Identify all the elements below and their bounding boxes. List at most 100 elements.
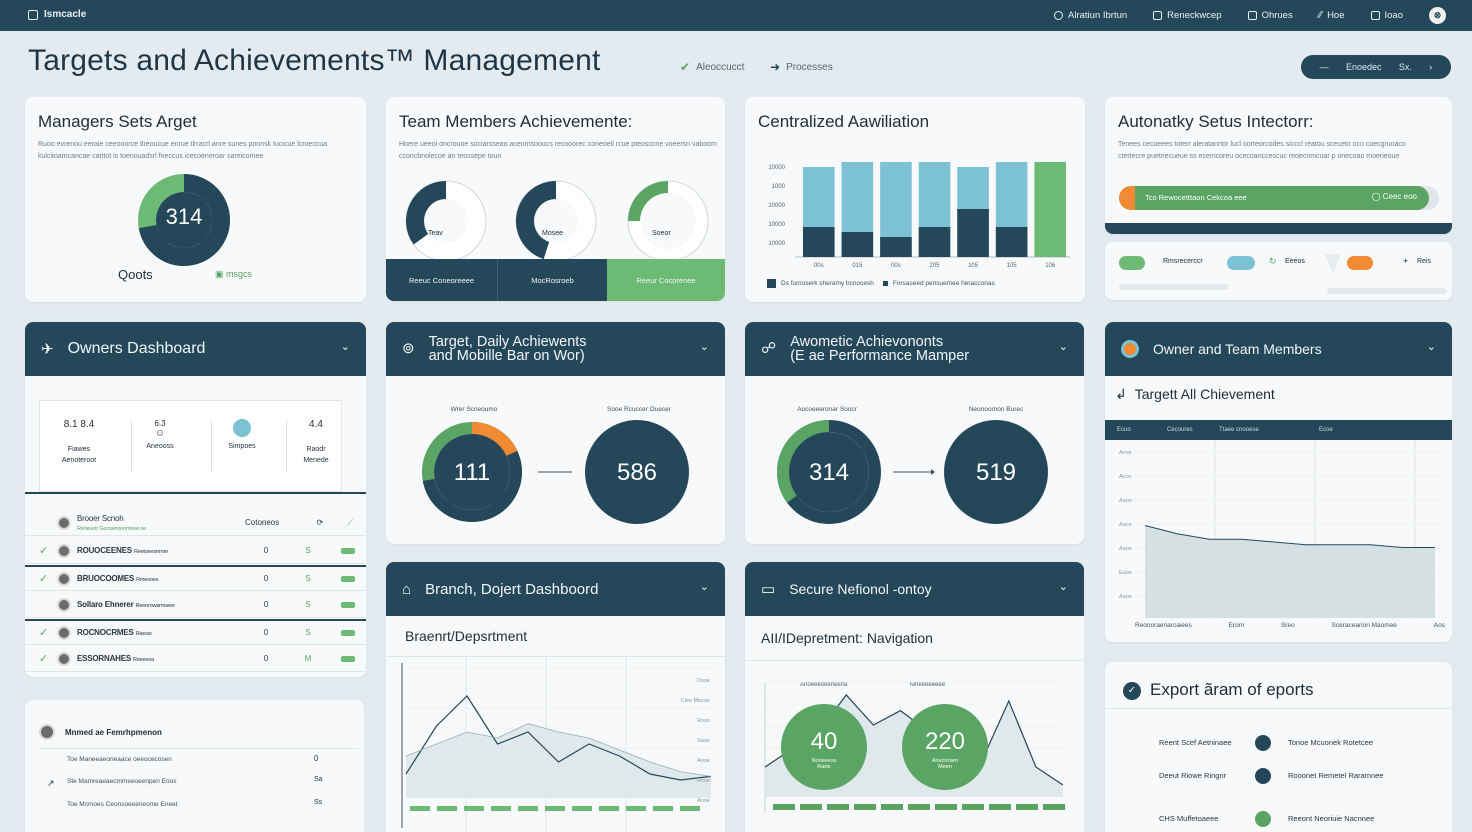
column-header[interactable]: Ecoe — [1319, 427, 1419, 433]
nav-item-alerts[interactable]: Alratiun Ibrtun — [1054, 10, 1127, 21]
nav-item-schedule[interactable]: Ioao — [1370, 10, 1403, 21]
column-header[interactable]: Cecoures — [1167, 427, 1219, 433]
check-icon: ✓ — [39, 653, 49, 665]
arrow-icon: ➜ — [770, 60, 781, 74]
card-title: Centralized Aawiliation — [758, 112, 930, 131]
chip-green[interactable] — [1119, 256, 1145, 270]
chat-icon: ▭ — [761, 581, 776, 598]
sort-icon[interactable]: ⟳ — [305, 518, 335, 527]
plus-icon[interactable]: + — [1403, 256, 1408, 266]
y-tick-label: Rooe — [697, 778, 710, 784]
column-header[interactable]: Ttaee cnooese — [1219, 427, 1319, 433]
bar-marker — [989, 804, 1011, 810]
metric-label: Rarte — [817, 764, 831, 770]
export-item-label[interactable]: Deeut Riowe Ringnr — [1159, 771, 1226, 780]
export-item-label[interactable]: Tonoe Mcuonek Rotetcee — [1288, 738, 1373, 747]
export-dot-icon[interactable] — [1255, 768, 1271, 784]
metric-circle[interactable]: 220 Anecnrsen Meen — [902, 704, 988, 790]
footer-label: Reonoraenarcaiees — [1135, 622, 1192, 629]
alert-icon — [1054, 11, 1064, 20]
header-action-pill[interactable]: — Enoedec Sx. › — [1301, 55, 1451, 79]
avatar — [57, 543, 71, 558]
chevron-down-icon[interactable]: ⌄ — [1427, 340, 1436, 353]
chevron-down-icon[interactable]: ⌄ — [1059, 580, 1068, 593]
row-name: Sollaro Ehnerer Reeorowamoeee — [77, 600, 245, 609]
brand[interactable]: Ismcacle — [28, 9, 86, 20]
footer-tab[interactable]: Reeuc Coneoreeee — [386, 259, 497, 301]
row-subtext: Reeeeoa — [133, 657, 154, 663]
table-header: Brooer Scnoh Reneuotr Gocoenonomnee oe Co… — [25, 510, 366, 536]
card-header: ✈ Owners Dashboard ⌄ — [25, 322, 366, 376]
chart-icon: ↗ — [47, 778, 55, 788]
card-secure: ▭ Secure Nefionol -ontoy ⌄ AII/IDepretme… — [745, 562, 1084, 832]
bar-marker — [881, 804, 903, 810]
export-item-label[interactable]: Reeont Neoriuie Nacnnee — [1288, 814, 1374, 823]
card-team-members: Team Members Achievemente: Hoere ueeoi o… — [386, 97, 725, 301]
card-title: Target, Daily Achiewents and Mobille Bar … — [429, 335, 587, 364]
refresh-icon[interactable]: ↻ — [1269, 256, 1277, 267]
page-title: Targets and Achievements™ Management — [28, 44, 601, 77]
avatar — [39, 724, 55, 740]
y-tick-label: 10000 — [768, 241, 785, 247]
card-description: Ruoo evrenou eeraie ceeooorce tlreoucue … — [38, 141, 328, 160]
user-avatar[interactable]: ⊗ — [1429, 7, 1446, 24]
export-item-label[interactable]: Rooonet Remetel Raramnee — [1288, 771, 1383, 780]
progress-right-label: ◯ Ceec eoo — [1371, 192, 1417, 201]
bar-segment-dark — [995, 227, 1028, 257]
row-name: ROUOCEENES Reetoeesrrmre — [77, 546, 245, 555]
chevron-down-icon[interactable]: ⌄ — [700, 340, 709, 354]
team-footer: Reeuc Coneoreeee MocRosroeb Reeur Cocore… — [386, 259, 725, 301]
pill-label: Enoedec — [1346, 62, 1382, 72]
chevron-down-icon[interactable]: ⌄ — [700, 580, 709, 593]
status-tag[interactable] — [341, 601, 355, 608]
status-tag[interactable] — [341, 655, 355, 662]
table-row[interactable]: ✓ BRUOCOOMES Rmeooes 0 S — [25, 565, 366, 591]
status-tag[interactable] — [341, 629, 355, 636]
status-item-2: ➜ Processes — [770, 60, 833, 74]
table-row[interactable]: ✓ ROCNOCRMES Riseao 0 S — [25, 619, 366, 645]
ring-label: Wrer Scneoumo — [450, 406, 498, 413]
menu-icon[interactable] — [28, 9, 38, 20]
card-header: ▭ Secure Nefionol -ontoy ⌄ — [745, 562, 1084, 616]
status-tag[interactable] — [341, 575, 355, 582]
export-dot-icon[interactable] — [1255, 735, 1271, 751]
chip-label: Eeeos — [1285, 258, 1305, 265]
nav-item-chart[interactable]: ⁄⁄ Hoe — [1319, 10, 1345, 21]
card-title: Awometic Achievononts (E ae Performance M… — [790, 335, 969, 364]
y-tick-label: Anoe — [697, 798, 710, 804]
bar-marker — [1016, 804, 1038, 810]
chevron-down-icon[interactable]: ⌄ — [341, 340, 350, 353]
bar-marker — [572, 806, 592, 811]
badge-icon: ▣ — [215, 269, 227, 279]
row-subtext: Reetoeesrrmre — [133, 549, 169, 555]
chart-legend: Ds fumoserk sheramy bcnocesh Fnrsaseed p… — [767, 279, 995, 288]
table-row[interactable]: ✓ ROUOCEENES Reetoeesrrmre 0 S — [25, 538, 366, 564]
row-subtext: Riseao — [135, 631, 152, 637]
chip-blue[interactable] — [1227, 256, 1255, 270]
status-tag[interactable] — [341, 547, 355, 554]
card-target-daily: ⊚ Target, Daily Achiewents and Mobille Ba… — [386, 322, 725, 544]
export-item-label[interactable]: CHS Muffetoaeee — [1159, 814, 1218, 823]
ring-value: 314 — [165, 204, 203, 229]
y-tick-label: Aaoe — [1119, 546, 1132, 552]
status-progress-bar[interactable]: Tco Rewocetttaon Cekcoa eee ◯ Ceec eoo — [1119, 186, 1439, 210]
export-dot-icon[interactable] — [1255, 811, 1271, 827]
list-item-value: Sa — [314, 776, 323, 783]
nav-item-reports[interactable]: Reneckwcep — [1153, 10, 1222, 21]
arrow-down-icon: ↲ — [1115, 386, 1127, 402]
footer-tab-active[interactable]: Reeur Cocorenee — [607, 259, 725, 301]
chart-icon[interactable]: ⟋ — [335, 518, 365, 528]
table-row[interactable]: Sollaro Ehnerer Reeorowamoeee 0 S — [25, 592, 366, 618]
export-item-label[interactable]: Reent Scef Aetninaee — [1159, 738, 1232, 747]
footer-tab[interactable]: MocRosroeb — [497, 259, 607, 301]
bar-segment-dark — [803, 227, 835, 257]
chevron-down-icon[interactable]: ⌄ — [1059, 340, 1068, 354]
bar-marker — [962, 804, 984, 810]
divider — [1105, 708, 1452, 709]
chip-orange[interactable] — [1347, 256, 1373, 270]
metric-circle[interactable]: 40 Noneeess Rarte — [781, 704, 867, 790]
nav-item-calendar[interactable]: Ohrues — [1247, 10, 1293, 21]
column-header[interactable]: Ecuo — [1117, 427, 1167, 433]
table-row[interactable]: ✓ ESSORNAHES Reeeeoa 0 M — [25, 646, 366, 672]
status-label: Aleoccucct — [696, 61, 745, 73]
